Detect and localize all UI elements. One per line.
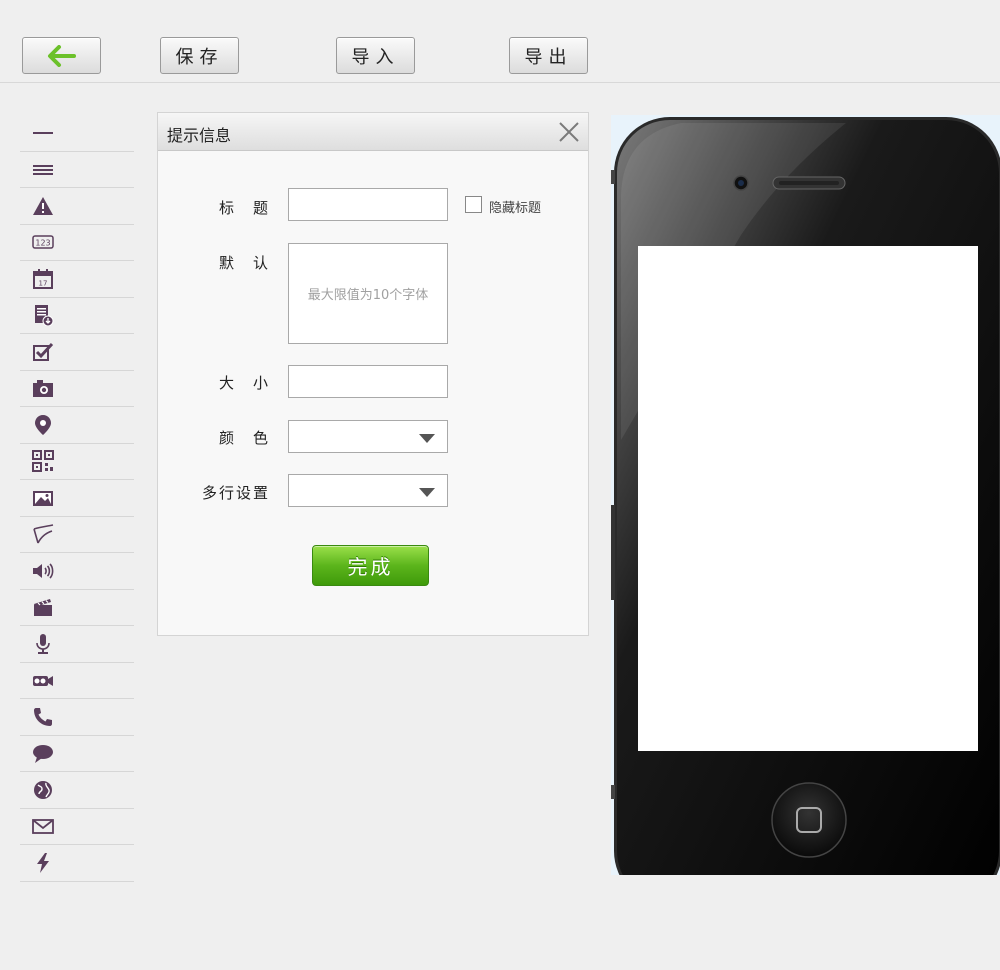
globe-icon [34, 780, 52, 799]
size-label: 大 小 [218, 374, 270, 392]
tool-audio[interactable] [20, 553, 134, 590]
tool-location[interactable] [20, 407, 134, 444]
color-label: 颜 色 [218, 429, 270, 447]
calendar-icon: 17 [33, 268, 53, 289]
close-icon[interactable] [558, 121, 580, 143]
tool-multi-line[interactable] [20, 152, 134, 188]
title-input[interactable] [288, 188, 448, 221]
camera-icon [33, 380, 53, 398]
default-textarea[interactable]: 最大限值为10个字体 [288, 243, 448, 344]
warning-icon [33, 196, 53, 215]
chevron-down-icon [419, 488, 435, 497]
hide-title-checkbox[interactable] [465, 196, 482, 213]
microphone-icon [36, 633, 50, 654]
chat-bubble-icon [33, 745, 53, 764]
settings-dialog: 提示信息 标 题 隐藏标题 默 认 最大限值为10个字体 大 小 颜 色 多行设… [157, 112, 589, 636]
svg-text:123: 123 [35, 239, 50, 248]
dialog-header: 提示信息 [158, 113, 588, 151]
tool-checkbox[interactable] [20, 334, 134, 371]
multi-line-icon [33, 165, 53, 176]
size-input[interactable] [288, 365, 448, 398]
color-select[interactable] [288, 420, 448, 453]
import-button[interactable]: 导入 [336, 37, 415, 74]
save-button[interactable]: 保存 [160, 37, 239, 74]
multiline-select[interactable] [288, 474, 448, 507]
tool-camera[interactable] [20, 371, 134, 407]
phone-icon [34, 707, 52, 726]
multiline-label: 多行设置 [201, 484, 270, 502]
tool-video-camera[interactable] [20, 663, 134, 699]
mail-icon [32, 819, 54, 835]
tool-flash[interactable] [20, 845, 134, 882]
tool-video-clip[interactable] [20, 590, 134, 626]
speaker-icon [33, 563, 54, 579]
tool-web[interactable] [20, 772, 134, 809]
location-pin-icon [35, 414, 51, 435]
phone-preview [611, 115, 1000, 875]
number-icon: 123 [32, 235, 54, 249]
tool-warning[interactable] [20, 188, 134, 225]
arrow-left-icon [47, 44, 76, 67]
component-palette: 123 17 [20, 115, 134, 882]
signature-icon [33, 524, 54, 544]
phone-screen [638, 246, 978, 751]
default-placeholder: 最大限值为10个字体 [307, 288, 429, 303]
smartphone-preview [611, 117, 1000, 875]
single-line-icon [33, 131, 53, 134]
lightning-icon [37, 852, 49, 873]
default-label: 默 认 [218, 254, 270, 272]
title-label: 标 题 [218, 199, 270, 217]
tool-document[interactable] [20, 298, 134, 334]
tool-microphone[interactable] [20, 626, 134, 663]
hide-title-label: 隐藏标题 [489, 201, 542, 216]
chevron-down-icon [419, 434, 435, 443]
tool-number[interactable]: 123 [20, 225, 134, 261]
tool-mail[interactable] [20, 809, 134, 845]
qr-code-icon [32, 450, 54, 473]
tool-phone[interactable] [20, 699, 134, 736]
checkbox-icon [33, 342, 54, 361]
tool-qr-code[interactable] [20, 444, 134, 480]
document-download-icon [35, 305, 54, 327]
tool-image[interactable] [20, 480, 134, 517]
svg-text:17: 17 [39, 279, 48, 287]
tool-signature[interactable] [20, 517, 134, 553]
tool-single-line[interactable] [20, 115, 134, 152]
top-toolbar: 保存 导入 导出 [0, 0, 1000, 83]
tool-chat[interactable] [20, 736, 134, 772]
video-camera-icon [33, 676, 53, 687]
back-button[interactable] [22, 37, 101, 74]
export-button[interactable]: 导出 [509, 37, 588, 74]
image-icon [33, 490, 53, 506]
done-button[interactable]: 完成 [312, 545, 429, 586]
tool-date[interactable]: 17 [20, 261, 134, 298]
dialog-title: 提示信息 [167, 126, 232, 145]
video-clapper-icon [34, 599, 52, 617]
